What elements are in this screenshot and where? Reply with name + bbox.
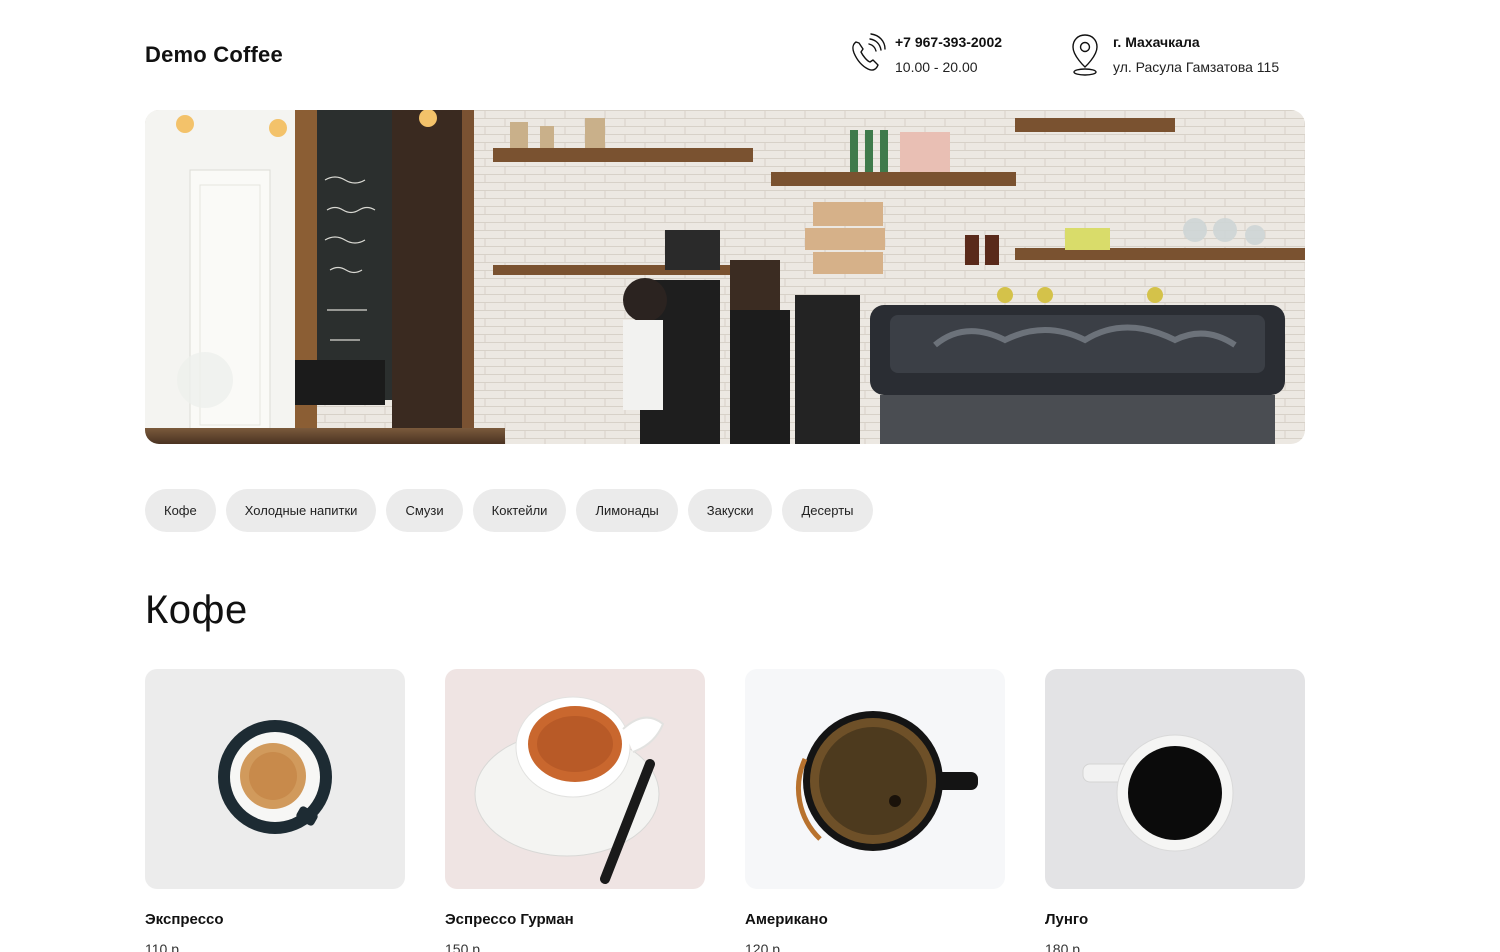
- location-pin-icon: [1065, 32, 1105, 78]
- phone-icon: [847, 32, 887, 78]
- address-street: ул. Расула Гамзатова 115: [1113, 59, 1280, 75]
- product-photo-americano[interactable]: [745, 669, 1005, 889]
- product-price: 120 р.: [745, 941, 784, 952]
- category-nav: Кофе Холодные напитки Смузи Коктейли Лим…: [145, 489, 873, 532]
- product-name[interactable]: Американо: [745, 911, 1005, 928]
- product-card[interactable]: Эспрессо Гурман 150 р.: [445, 669, 705, 952]
- product-grid: Экспрессо 110 р. Эспрессо Гурман 150 р.: [145, 669, 1305, 952]
- product-price: 150 р.: [445, 941, 484, 952]
- hero-banner-image: [145, 110, 1305, 444]
- address-city: г. Махачкала: [1113, 34, 1200, 50]
- product-price: 180 р.: [1045, 941, 1084, 952]
- category-desserts[interactable]: Десерты: [782, 489, 873, 532]
- category-smoothies[interactable]: Смузи: [386, 489, 463, 532]
- category-cocktails[interactable]: Коктейли: [472, 489, 567, 532]
- category-snacks[interactable]: Закуски: [687, 489, 773, 532]
- product-photo-lungo[interactable]: [1045, 669, 1305, 889]
- product-name[interactable]: Экспрессо: [145, 911, 405, 928]
- phone-number[interactable]: +7 967-393-2002: [895, 32, 1002, 52]
- category-lemonades[interactable]: Лимонады: [576, 489, 678, 532]
- site-header: Demo Coffee +7 967-393-2002 10.00 - 20.0…: [145, 0, 1305, 110]
- product-name[interactable]: Лунго: [1045, 911, 1305, 928]
- contact-phone[interactable]: +7 967-393-2002 10.00 - 20.00: [847, 32, 1002, 82]
- product-photo-espresso-gourmet[interactable]: [445, 669, 705, 889]
- product-card[interactable]: Лунго 180 р.: [1045, 669, 1305, 952]
- brand-logo[interactable]: Demo Coffee: [145, 42, 283, 68]
- product-photo-espresso[interactable]: [145, 669, 405, 889]
- category-cold-drinks[interactable]: Холодные напитки: [225, 489, 377, 532]
- section-title: Кофе: [145, 588, 248, 632]
- opening-hours: 10.00 - 20.00: [895, 59, 978, 75]
- category-coffee[interactable]: Кофе: [145, 489, 216, 532]
- product-name[interactable]: Эспрессо Гурман: [445, 911, 705, 928]
- contact-address[interactable]: г. Махачкала ул. Расула Гамзатова 115: [1065, 32, 1279, 82]
- product-card[interactable]: Экспрессо 110 р.: [145, 669, 405, 952]
- product-card[interactable]: Американо 120 р.: [745, 669, 1005, 952]
- product-price: 110 р.: [145, 941, 183, 952]
